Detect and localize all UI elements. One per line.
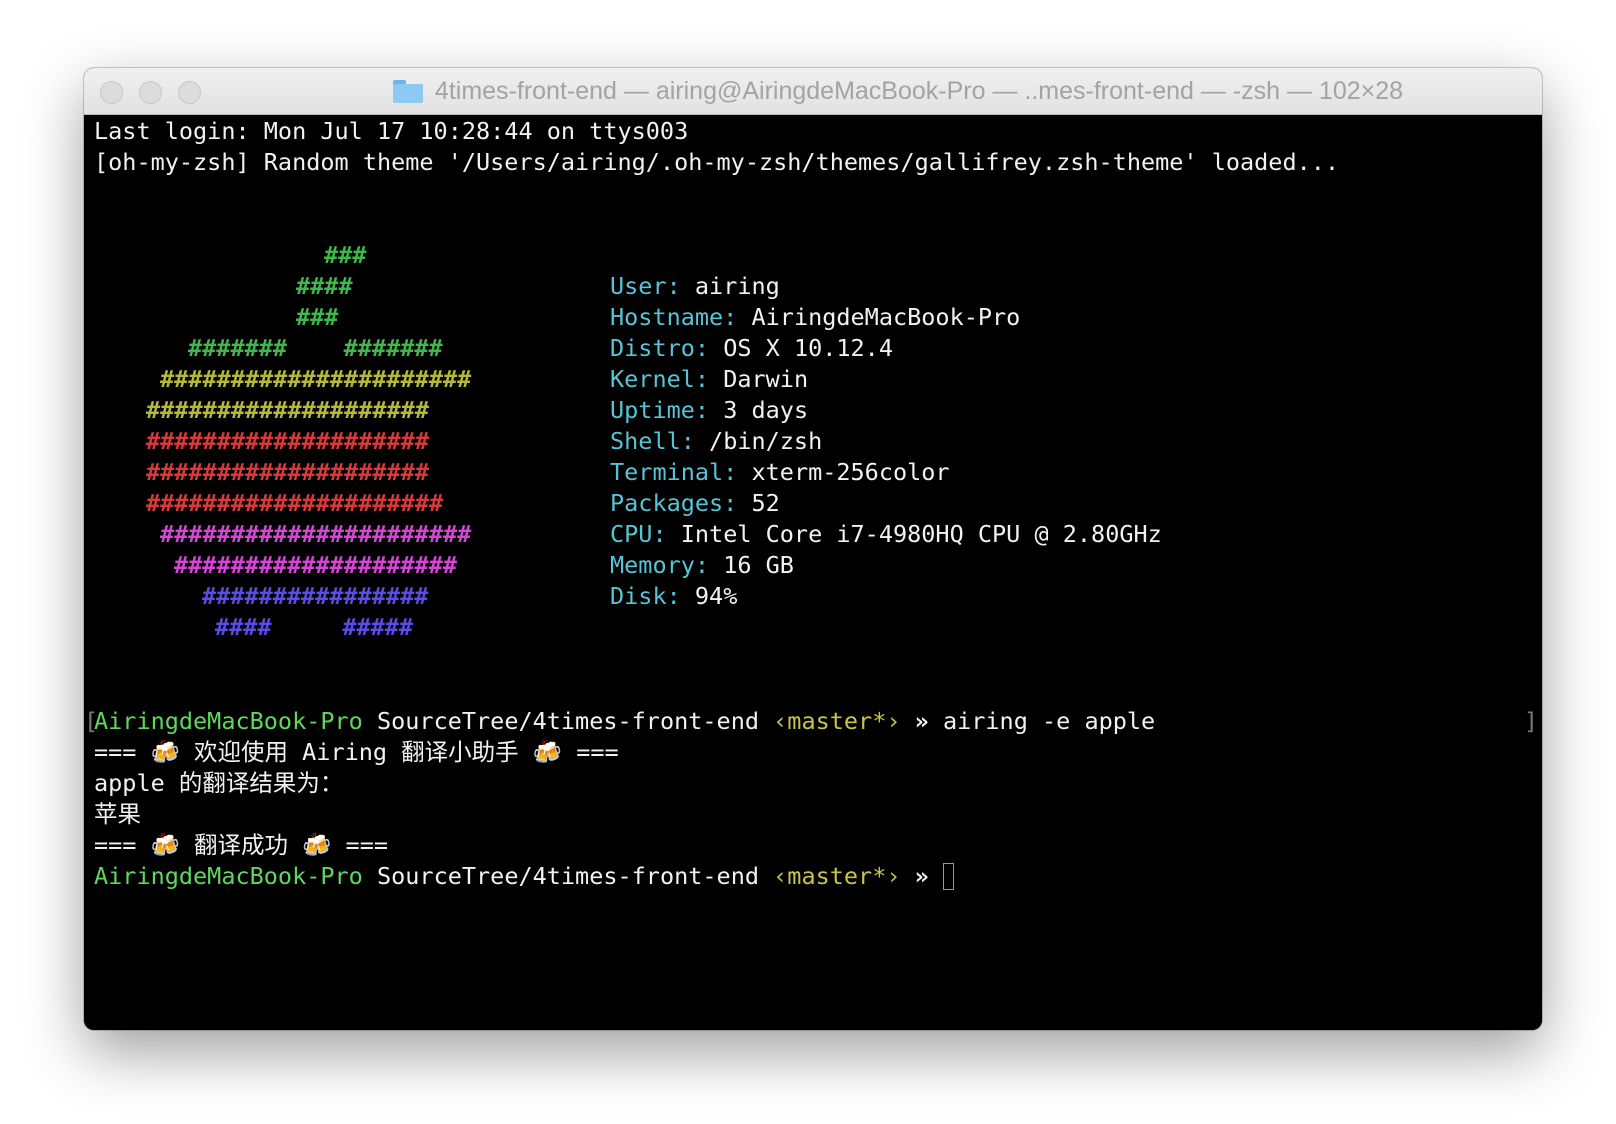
- prompt-path: SourceTree/4times-front-end: [376, 862, 759, 890]
- sysinfo-memory: Memory: 16 GB: [610, 551, 794, 579]
- zoom-button[interactable]: [178, 81, 201, 104]
- logo-row: ################: [202, 582, 429, 610]
- prompt-command: airing -e apple: [942, 707, 1156, 735]
- logo-row: ###: [296, 303, 339, 331]
- prompt-arrow: »: [914, 707, 929, 735]
- logo-row: ####################: [146, 458, 429, 486]
- sysinfo-distro: Distro: OS X 10.12.4: [610, 334, 893, 362]
- title-bar[interactable]: 4times-front-end — airing@AiringdeMacBoo…: [84, 68, 1542, 115]
- sysinfo-cpu: CPU: Intel Core i7-4980HQ CPU @ 2.80GHz: [610, 520, 1162, 548]
- logo-row: ###: [324, 241, 367, 269]
- output-success: === 🍻 翻译成功 🍻 ===: [94, 831, 389, 859]
- folder-icon: [392, 79, 423, 103]
- logo-row: ####: [296, 272, 353, 300]
- mark-bracket-right: ]: [1523, 707, 1538, 735]
- logo-row: #####################: [146, 489, 444, 517]
- prompt-line-1: AiringdeMacBook-Pro SourceTree/4times-fr…: [94, 705, 1155, 737]
- output-welcome: === 🍻 欢迎使用 Airing 翻译小助手 🍻 ===: [94, 738, 619, 766]
- logo-row: ######################: [160, 520, 472, 548]
- logo-row: ####### #######: [188, 334, 443, 362]
- terminal-window: 4times-front-end — airing@AiringdeMacBoo…: [84, 68, 1542, 1030]
- prompt-branch: ‹master*›: [773, 707, 901, 735]
- window-title-area: 4times-front-end — airing@AiringdeMacBoo…: [254, 68, 1542, 114]
- sysinfo-uptime: Uptime: 3 days: [610, 396, 809, 424]
- logo-row: ####################: [146, 427, 429, 455]
- sysinfo-hostname: Hostname: AiringdeMacBook-Pro: [610, 303, 1021, 331]
- sysinfo-user: User: airing: [610, 272, 780, 300]
- logo-row: #### #####: [215, 613, 414, 641]
- close-button[interactable]: [100, 81, 123, 104]
- output-result-intro: apple 的翻译结果为：: [94, 769, 344, 797]
- sysinfo-shell: Shell: /bin/zsh: [610, 427, 823, 455]
- sysinfo-kernel: Kernel: Darwin: [610, 365, 809, 393]
- theme-line: [oh-my-zsh] Random theme '/Users/airing/…: [94, 148, 1340, 176]
- login-line: Last login: Mon Jul 17 10:28:44 on ttys0…: [94, 117, 689, 145]
- logo-row: ######################: [160, 365, 472, 393]
- prompt-host: AiringdeMacBook-Pro: [94, 862, 363, 890]
- prompt-path: SourceTree/4times-front-end: [376, 707, 759, 735]
- logo-row: ####################: [146, 396, 429, 424]
- logo-row: ####################: [174, 551, 457, 579]
- text-cursor[interactable]: [942, 863, 954, 890]
- output-result: 苹果: [94, 800, 141, 828]
- prompt-arrow: »: [914, 862, 929, 890]
- minimize-button[interactable]: [139, 81, 162, 104]
- terminal-content[interactable]: Last login: Mon Jul 17 10:28:44 on ttys0…: [84, 115, 1542, 1030]
- prompt-branch: ‹master*›: [773, 862, 901, 890]
- prompt-line-2[interactable]: AiringdeMacBook-Pro SourceTree/4times-fr…: [94, 860, 954, 892]
- prompt-host: AiringdeMacBook-Pro: [94, 707, 363, 735]
- window-title: 4times-front-end — airing@AiringdeMacBoo…: [434, 76, 1404, 105]
- sysinfo-packages: Packages: 52: [610, 489, 780, 517]
- sysinfo-disk: Disk: 94%: [610, 582, 738, 610]
- sysinfo-terminal: Terminal: xterm-256color: [610, 458, 950, 486]
